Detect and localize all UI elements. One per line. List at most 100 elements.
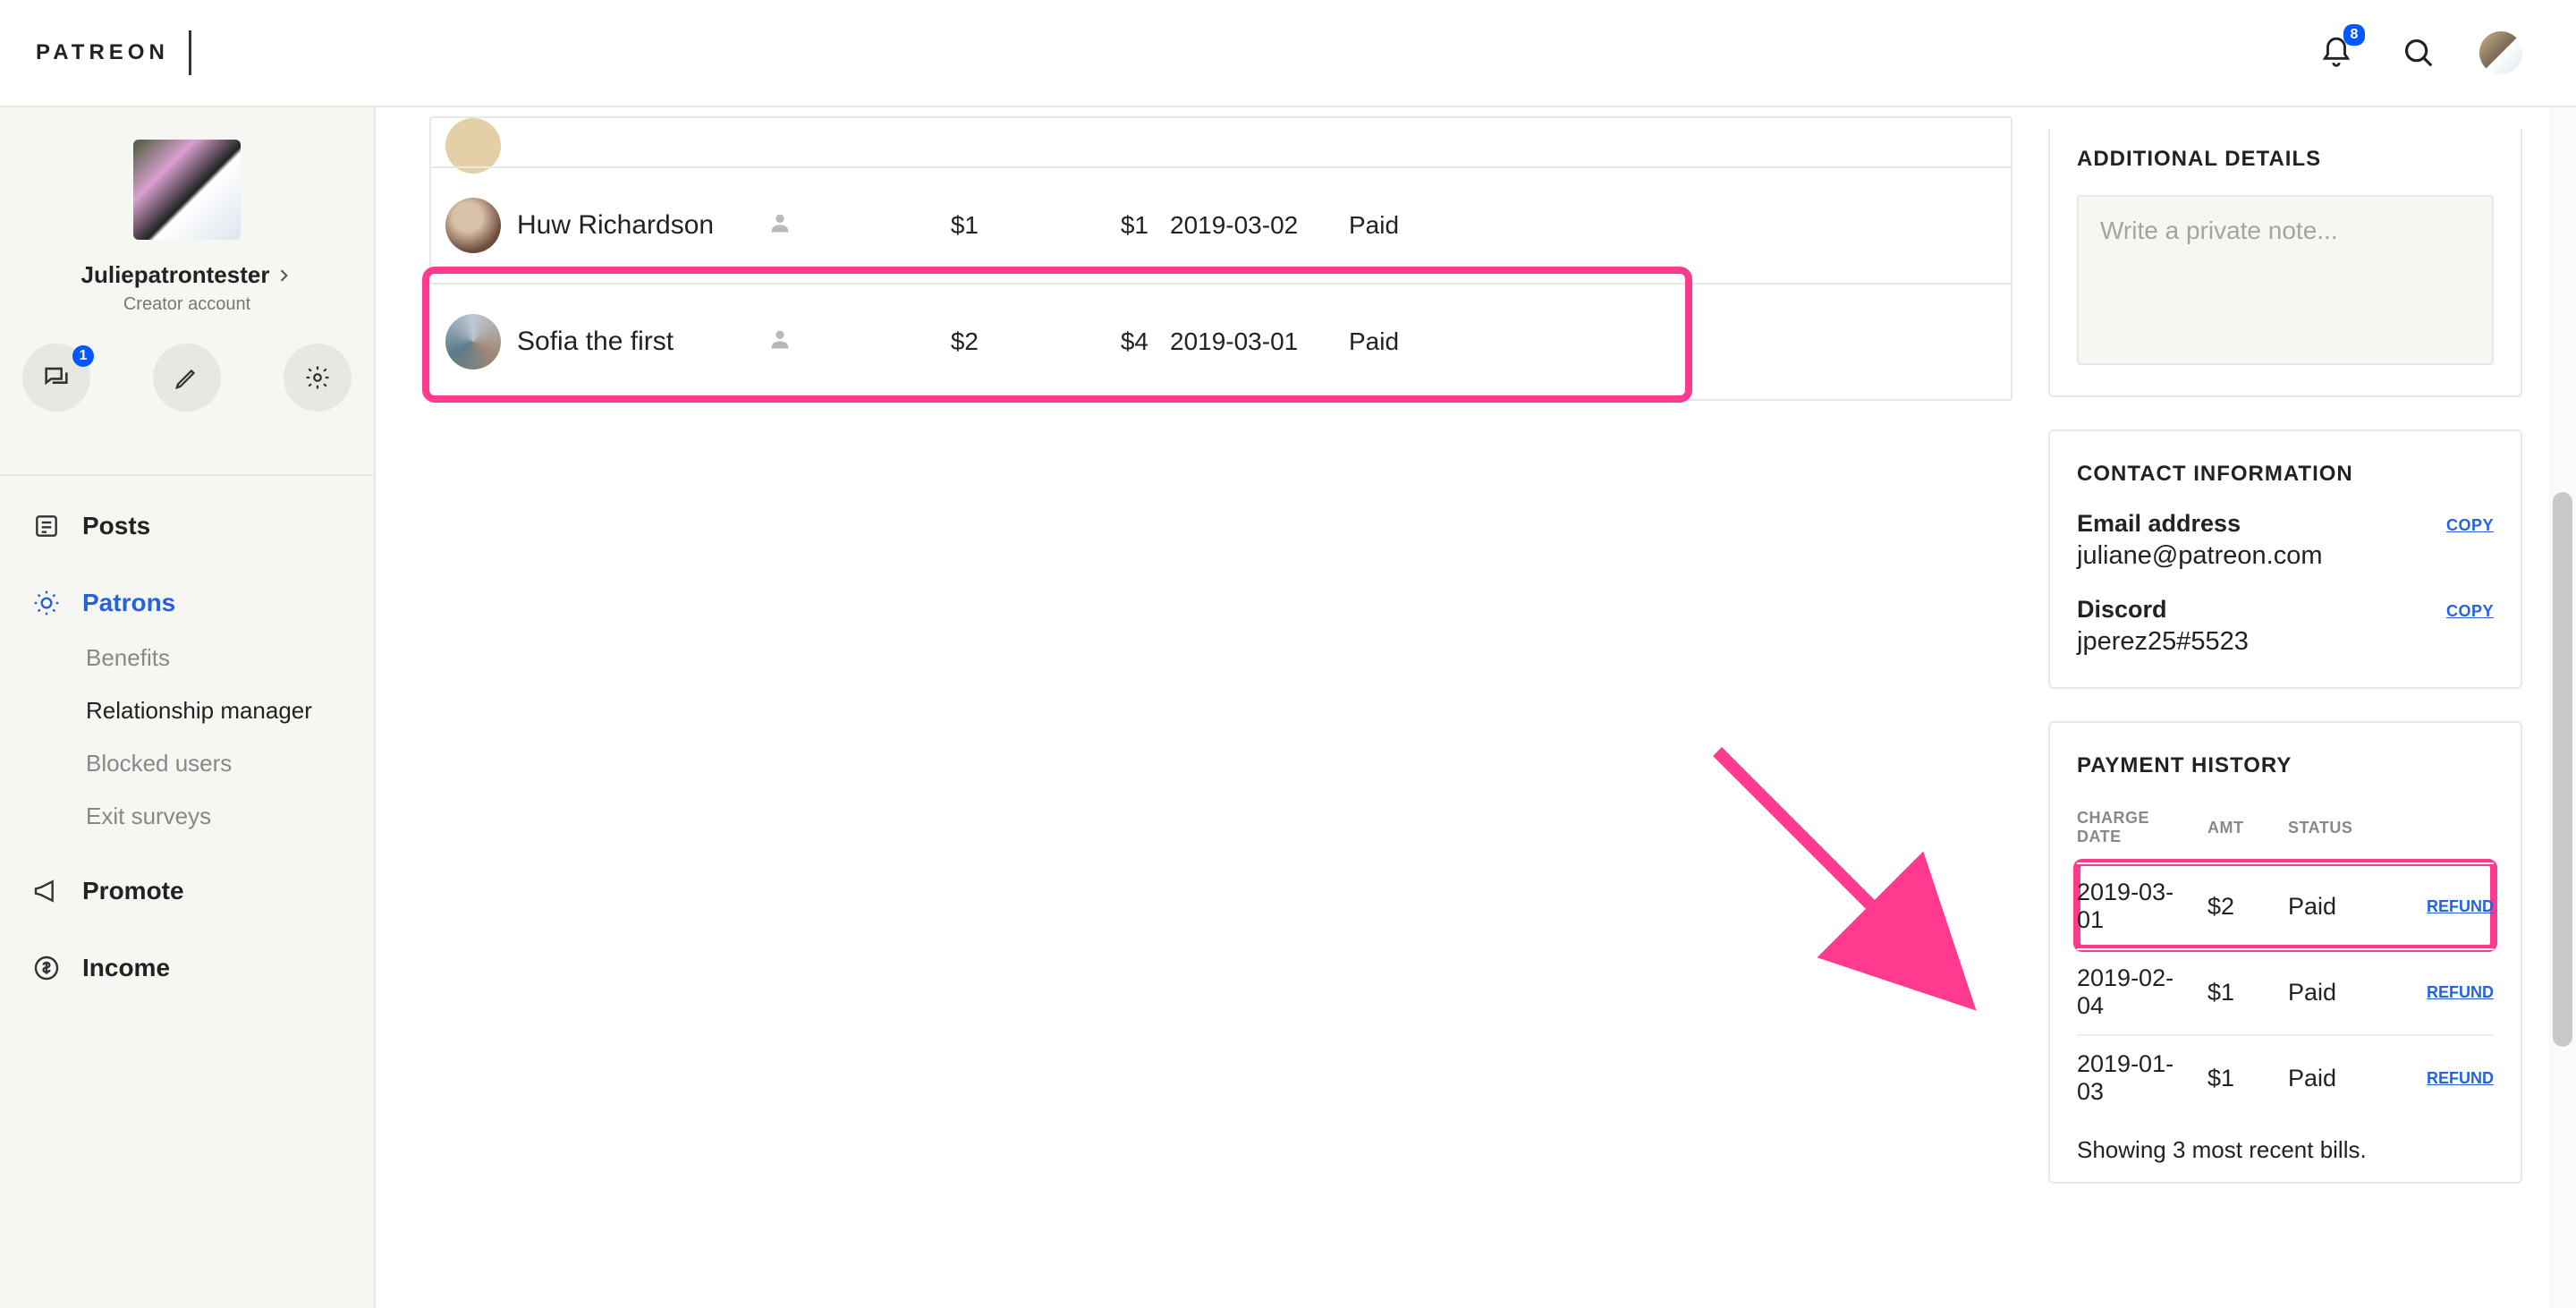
notification-badge: 8 [2343, 24, 2365, 46]
patron-status: Paid [1349, 327, 1996, 356]
payment-history-header: CHARGE DATE AMT STATUS [2077, 802, 2494, 862]
nav-label: Patrons [82, 589, 175, 617]
patron-status: Paid [1349, 211, 1996, 240]
nav-relationship-manager[interactable]: Relationship manager [0, 684, 374, 737]
nav-label: Posts [82, 512, 150, 540]
creator-switcher[interactable]: Juliepatrontester [21, 261, 352, 289]
private-note-input[interactable]: Write a private note... [2077, 195, 2494, 365]
refund-button[interactable]: REFUND [2395, 897, 2494, 916]
col-charge-date: CHARGE DATE [2077, 809, 2199, 846]
patron-name: Huw Richardson [517, 210, 767, 241]
megaphone-icon [32, 877, 61, 905]
messages-button[interactable]: 1 [22, 344, 90, 412]
new-post-button[interactable] [153, 344, 221, 412]
patron-table-area: Huw Richardson $1 $1 2019-03-02 Paid Sof… [429, 107, 2012, 1216]
card-title: ADDITIONAL DETAILS [2077, 147, 2494, 172]
patron-detail-panel: ADDITIONAL DETAILS Write a private note.… [2048, 107, 2522, 1216]
copy-discord-button[interactable]: COPY [2446, 602, 2494, 621]
messages-badge: 1 [72, 345, 94, 367]
nav-label: Income [82, 954, 170, 982]
chat-icon [41, 362, 72, 393]
search-button[interactable] [2397, 31, 2440, 74]
table-row[interactable]: Huw Richardson $1 $1 2019-03-02 Paid [431, 166, 2011, 283]
payment-row: 2019-02-04 $1 Paid REFUND [2077, 948, 2494, 1034]
nav-patrons[interactable]: Patrons [0, 574, 374, 632]
charge-amt: $1 [2207, 979, 2279, 1006]
note-placeholder: Write a private note... [2100, 217, 2338, 244]
patron-avatar [445, 118, 501, 174]
gear-icon [304, 364, 331, 391]
patron-pledge: $1 [839, 211, 1000, 240]
email-label: Email address [2077, 510, 2241, 538]
charge-status: Paid [2288, 893, 2386, 921]
charge-status: Paid [2288, 1065, 2386, 1092]
charge-date: 2019-03-01 [2077, 879, 2199, 934]
patron-table: Huw Richardson $1 $1 2019-03-02 Paid Sof… [429, 116, 2012, 401]
discord-label: Discord [2077, 596, 2167, 624]
nav-promote[interactable]: Promote [0, 862, 374, 920]
nav-label: Promote [82, 877, 184, 905]
payment-history-card: PAYMENT HISTORY CHARGE DATE AMT STATUS 2… [2048, 721, 2522, 1184]
patron-avatar [445, 314, 501, 369]
nav-posts[interactable]: Posts [0, 497, 374, 555]
posts-icon [32, 512, 61, 540]
email-value: juliane@patreon.com [2077, 541, 2494, 571]
charge-date: 2019-02-04 [2077, 964, 2199, 1020]
patrons-icon [32, 589, 61, 617]
creator-avatar[interactable] [133, 140, 241, 240]
scrollbar[interactable] [2549, 107, 2576, 1308]
table-row[interactable]: Sofia the first $2 $4 2019-03-01 Paid [431, 283, 2011, 399]
notifications-button[interactable]: 8 [2315, 31, 2358, 74]
top-bar: PATREON 8 [0, 0, 2576, 107]
copy-email-button[interactable]: COPY [2446, 516, 2494, 535]
contact-info-card: CONTACT INFORMATION Email address COPY j… [2048, 429, 2522, 689]
creator-name: Juliepatrontester [81, 261, 270, 289]
scrollbar-thumb[interactable] [2553, 492, 2572, 1047]
payment-history-footer: Showing 3 most recent bills. [2077, 1120, 2494, 1164]
chevron-right-icon [275, 267, 292, 285]
charge-date: 2019-01-03 [2077, 1050, 2199, 1106]
divider [0, 474, 374, 476]
patron-pledge: $2 [839, 327, 1000, 356]
payment-row: 2019-03-01 $2 Paid REFUND [2077, 862, 2494, 948]
settings-button[interactable] [284, 344, 352, 412]
nav-blocked-users[interactable]: Blocked users [0, 737, 374, 790]
patron-lifetime: $1 [1000, 211, 1170, 240]
refund-button[interactable]: REFUND [2395, 983, 2494, 1002]
nav-exit-surveys[interactable]: Exit surveys [0, 790, 374, 843]
payment-row: 2019-01-03 $1 Paid REFUND [2077, 1034, 2494, 1120]
account-type-label: Creator account [21, 294, 352, 315]
nav-label: Blocked users [86, 750, 232, 777]
col-status: STATUS [2288, 819, 2386, 837]
dollar-icon [32, 954, 61, 982]
card-title: CONTACT INFORMATION [2077, 462, 2494, 487]
search-icon [2402, 36, 2436, 70]
table-row[interactable] [431, 118, 2011, 166]
nav-label: Exit surveys [86, 803, 211, 830]
nav-benefits[interactable]: Benefits [0, 632, 374, 684]
user-avatar[interactable] [2479, 31, 2522, 74]
nav: Posts Patrons Benefits Relationship mana… [0, 497, 374, 997]
sidebar: Juliepatrontester Creator account 1 [0, 107, 376, 1308]
nav-label: Relationship manager [86, 697, 312, 725]
col-amt: AMT [2207, 819, 2279, 837]
discord-value: jperez25#5523 [2077, 627, 2494, 657]
card-title: PAYMENT HISTORY [2077, 753, 2494, 778]
person-icon [767, 327, 839, 358]
pencil-icon [174, 364, 200, 391]
patron-lifetime: $4 [1000, 327, 1170, 356]
person-icon [767, 210, 839, 242]
patron-date: 2019-03-02 [1170, 211, 1349, 240]
additional-details-card: ADDITIONAL DETAILS Write a private note.… [2048, 129, 2522, 397]
patron-name: Sofia the first [517, 327, 767, 357]
nav-income[interactable]: Income [0, 939, 374, 997]
charge-amt: $1 [2207, 1065, 2279, 1092]
nav-label: Benefits [86, 644, 170, 672]
patreon-logo[interactable]: PATREON [36, 40, 169, 65]
logo-divider [189, 30, 191, 75]
main-content: Huw Richardson $1 $1 2019-03-02 Paid Sof… [376, 107, 2576, 1308]
patron-date: 2019-03-01 [1170, 327, 1349, 356]
refund-button[interactable]: REFUND [2395, 1069, 2494, 1088]
patron-avatar [445, 198, 501, 253]
charge-status: Paid [2288, 979, 2386, 1006]
